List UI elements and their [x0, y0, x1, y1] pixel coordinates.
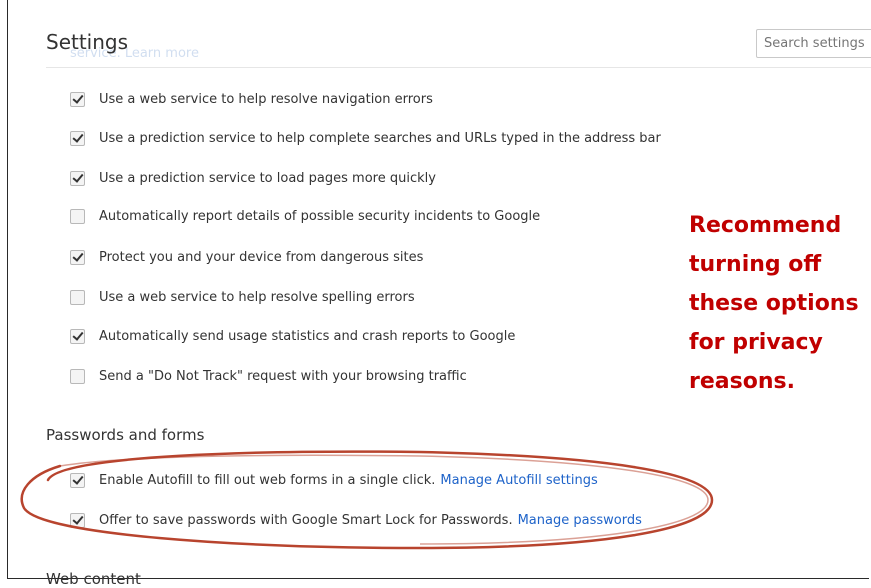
checkbox-checked[interactable]	[70, 512, 85, 528]
option-security-incidents[interactable]: Automatically report details of possible…	[70, 206, 540, 226]
option-prediction-load[interactable]: Use a prediction service to load pages m…	[70, 168, 436, 188]
option-label: Use a prediction service to help complet…	[99, 130, 661, 146]
checkbox-checked[interactable]	[70, 249, 85, 265]
option-navigation-errors[interactable]: Use a web service to help resolve naviga…	[70, 89, 433, 109]
option-label: Offer to save passwords with Google Smar…	[99, 512, 513, 528]
checkbox-unchecked[interactable]	[70, 289, 85, 305]
option-prediction-search[interactable]: Use a prediction service to help complet…	[70, 128, 661, 148]
option-label: Send a "Do Not Track" request with your …	[99, 368, 467, 384]
checkbox-checked[interactable]	[70, 170, 85, 186]
section-heading-web-content: Web content	[46, 570, 141, 588]
manage-passwords-link[interactable]: Manage passwords	[518, 513, 642, 528]
checkbox-unchecked[interactable]	[70, 368, 85, 384]
search-input[interactable]	[756, 29, 871, 58]
note-line: Recommend	[689, 213, 842, 238]
option-label: Automatically report details of possible…	[99, 208, 541, 224]
option-spelling[interactable]: Use a web service to help resolve spelli…	[70, 287, 415, 307]
option-label: Use a web service to help resolve spelli…	[99, 289, 415, 305]
option-usage-stats[interactable]: Automatically send usage statistics and …	[70, 326, 515, 346]
checkbox-checked[interactable]	[70, 91, 85, 107]
manage-autofill-link[interactable]: Manage Autofill settings	[440, 473, 597, 488]
option-label: Automatically send usage statistics and …	[99, 328, 516, 344]
section-heading-passwords: Passwords and forms	[46, 426, 205, 444]
page-title: Settings	[46, 30, 129, 54]
option-save-passwords[interactable]: Offer to save passwords with Google Smar…	[70, 510, 642, 530]
checkbox-checked[interactable]	[70, 328, 85, 344]
note-line: turning off	[689, 252, 822, 277]
option-label: Enable Autofill to fill out web forms in…	[99, 472, 436, 488]
privacy-recommendation-note: Recommend turning off these options for …	[689, 206, 859, 401]
option-label: Protect you and your device from dangero…	[99, 249, 424, 265]
note-line: these options	[689, 291, 859, 316]
checkbox-unchecked[interactable]	[70, 208, 85, 224]
note-line: for privacy	[689, 330, 823, 355]
note-line: reasons.	[689, 369, 795, 394]
option-do-not-track[interactable]: Send a "Do Not Track" request with your …	[70, 366, 467, 386]
option-label: Use a web service to help resolve naviga…	[99, 91, 433, 107]
checkbox-checked[interactable]	[70, 472, 85, 488]
option-autofill[interactable]: Enable Autofill to fill out web forms in…	[70, 470, 598, 490]
checkbox-checked[interactable]	[70, 130, 85, 146]
option-label: Use a prediction service to load pages m…	[99, 170, 436, 186]
header-divider	[46, 67, 871, 68]
option-dangerous-sites[interactable]: Protect you and your device from dangero…	[70, 247, 423, 267]
